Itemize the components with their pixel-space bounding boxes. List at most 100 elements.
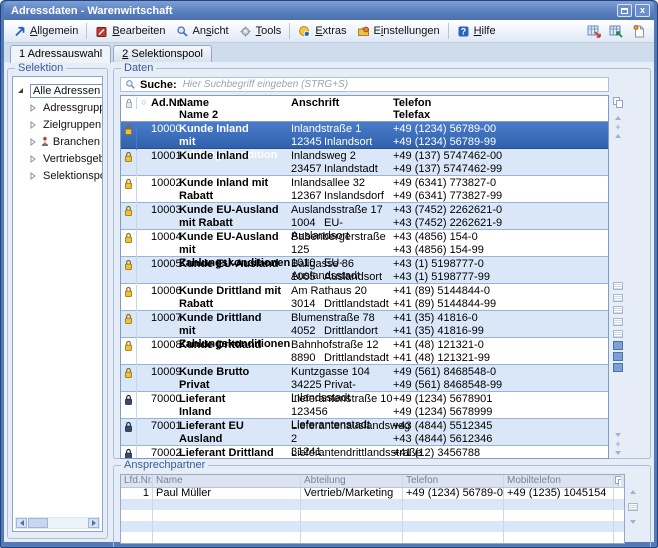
address-row[interactable]: 10009 Kunde BruttoPrivat Kuntzgasse 1043… (121, 365, 608, 392)
view-list-icon[interactable] (613, 363, 623, 372)
contact-abteilung (301, 499, 403, 510)
contact-row[interactable] (121, 499, 624, 510)
settings-folder-icon (357, 25, 370, 38)
tree-collapsed-arrow-icon[interactable] (29, 121, 37, 129)
contact-table: Lfd.Nr. Name Abteilung Telefon Mobiltele… (120, 474, 625, 544)
extras-globe-icon (298, 25, 311, 38)
table-export-button[interactable] (586, 23, 603, 40)
scroll-left-button[interactable] (16, 518, 27, 528)
contact-abteilung (301, 521, 403, 532)
tree-item-zielgruppen[interactable]: Zielgruppen (16, 116, 100, 133)
scroll-up-icon[interactable] (630, 490, 636, 494)
address-street: Auslandsstraße 17 (291, 204, 393, 217)
scroll-end-icon[interactable] (615, 451, 621, 455)
view-list-icon[interactable] (613, 352, 623, 361)
address-row[interactable]: 10005 Kunde EU-Ausland Ballgasse 861005A… (121, 257, 608, 284)
contact-row[interactable] (121, 510, 624, 521)
contact-table-header[interactable]: Lfd.Nr. Name Abteilung Telefon Mobiltele… (121, 475, 624, 488)
address-row[interactable]: 70002 Lieferant Drittland Lieferantendri… (121, 446, 608, 458)
horizontal-scrollbar[interactable] (15, 517, 100, 529)
address-zip: 23457 (291, 163, 324, 176)
address-row[interactable]: 10007 Kunde Drittlandmit Zahlungskonditi… (121, 311, 608, 338)
tree-item-vertriebsgebiete[interactable]: Vertriebsgebiete (16, 150, 100, 167)
tree-collapsed-arrow-icon[interactable] (29, 138, 37, 146)
address-row[interactable]: 10008 Kunde Drittland Bahnhofstraße 1288… (121, 338, 608, 365)
daten-title: Daten (121, 62, 156, 74)
view-list-icon[interactable] (628, 503, 638, 511)
menu-extras[interactable]: Extras (293, 23, 351, 40)
address-name: Kunde EU-Ausland (179, 231, 289, 244)
scroll-down-icon[interactable] (615, 433, 621, 437)
address-row[interactable]: 70000 LieferantInland Lieferantenstraße … (121, 392, 608, 419)
contact-row[interactable] (121, 521, 624, 532)
tree-collapsed-arrow-icon[interactable] (29, 155, 37, 163)
address-city: Auslandsort (324, 271, 382, 283)
scroll-up-icon[interactable] (615, 134, 621, 138)
tree-collapsed-arrow-icon[interactable] (29, 172, 37, 180)
contact-telefon (403, 499, 504, 510)
menu-einstellungen[interactable]: Einstellungen (352, 23, 445, 40)
address-row[interactable]: 10001 Kunde Inland Inlandsweg 223457Inla… (121, 149, 608, 176)
search-input[interactable] (181, 78, 604, 91)
address-zip: 3014 (291, 298, 324, 311)
address-street: Babenbergerstraße 125 (291, 231, 393, 257)
scroll-down-icon[interactable] (630, 520, 636, 524)
address-city: Drittlandstadt (324, 298, 389, 310)
address-row[interactable]: 10006 Kunde Drittland mit Rabatt Am Rath… (121, 284, 608, 311)
table-import-button[interactable] (608, 23, 625, 40)
tree-expanded-arrow-icon[interactable] (16, 87, 24, 94)
new-document-button[interactable] (630, 23, 647, 40)
tab-adressauswahl[interactable]: 1 Adressauswahl (10, 45, 111, 63)
address-city: Inslandsdorf (324, 190, 384, 202)
address-row[interactable]: 70001 Lieferant EU Ausland Lieferantenau… (121, 419, 608, 446)
tree-item-adressgruppen[interactable]: Adressgruppen (16, 99, 100, 116)
restore-button[interactable] (617, 4, 632, 17)
tree-item-selektionspools[interactable]: Selektionspools (16, 167, 100, 184)
address-table-header[interactable]: ○ Ad.Nr. NameName 2 Anschrift TelefonTel… (121, 96, 608, 122)
filter-icon[interactable] (613, 318, 623, 326)
address-row[interactable]: 10000 Kunde Inlandmit Zahlungskondition … (121, 122, 608, 149)
address-street: Blumenstraße 78 (291, 312, 393, 325)
details-icon[interactable] (613, 282, 623, 290)
view-list-icon[interactable] (613, 341, 623, 350)
menu-allgemein[interactable]: Allgemein (8, 23, 83, 40)
scroll-top-icon[interactable] (615, 116, 621, 120)
lock-cell (121, 258, 137, 284)
address-name: Kunde Drittland mit Rabatt (179, 285, 289, 311)
tree-item-label: Alle Adressen (30, 84, 103, 98)
ansprechpartner-panel: Ansprechpartner Lfd.Nr. Name Abteilung T… (113, 465, 651, 548)
tree-item-branchen[interactable]: Branchen (16, 133, 100, 150)
contact-abteilung: Vertrieb/Marketing (301, 488, 403, 499)
column-name: NameName 2 (175, 97, 289, 121)
address-row[interactable]: 10003 Kunde EU-Ausland mit Rabatt Auslan… (121, 203, 608, 230)
contact-row[interactable]: 1 Paul Müller Vertrieb/Marketing +49 (12… (121, 488, 624, 499)
search-icon[interactable] (613, 294, 623, 302)
add-icon[interactable]: + (615, 123, 620, 131)
menu-hilfe[interactable]: ? Hilfe (452, 23, 501, 40)
address-row[interactable]: 10004 Kunde EU-Auslandmit Zahlungskondit… (121, 230, 608, 257)
insert-icon[interactable]: + (615, 440, 620, 448)
tree-item-alle-adressen[interactable]: Alle Adressen (16, 82, 100, 99)
address-telefax: +41 (48) 121321-99 (393, 352, 608, 365)
close-button[interactable]: x (635, 4, 650, 17)
tree-collapsed-arrow-icon[interactable] (29, 104, 37, 112)
scroll-right-button[interactable] (88, 518, 99, 528)
copy-icon[interactable] (613, 97, 624, 108)
contact-row[interactable] (121, 532, 624, 543)
contact-telefon (403, 510, 504, 521)
lock-icon (124, 286, 133, 298)
sort-icon[interactable] (613, 306, 623, 314)
tab-selektionspool[interactable]: 2 Selektionspool (113, 45, 212, 62)
menu-tools[interactable]: Tools (234, 23, 287, 40)
address-name: Kunde Drittland (179, 339, 289, 352)
address-zip: 1005 (291, 271, 324, 284)
menu-ansicht[interactable]: Ansicht (171, 23, 234, 40)
contact-name (153, 532, 301, 543)
print-icon[interactable] (613, 330, 623, 338)
address-row[interactable]: 10002 Kunde Inland mit Rabatt Inlandsall… (121, 176, 608, 203)
scrollbar-thumb[interactable] (28, 518, 48, 528)
search-bar[interactable]: Suche: (120, 77, 609, 92)
copy-icon[interactable] (614, 475, 624, 487)
menu-bearbeiten[interactable]: Bearbeiten (90, 23, 170, 40)
lock-column-header (121, 97, 137, 109)
